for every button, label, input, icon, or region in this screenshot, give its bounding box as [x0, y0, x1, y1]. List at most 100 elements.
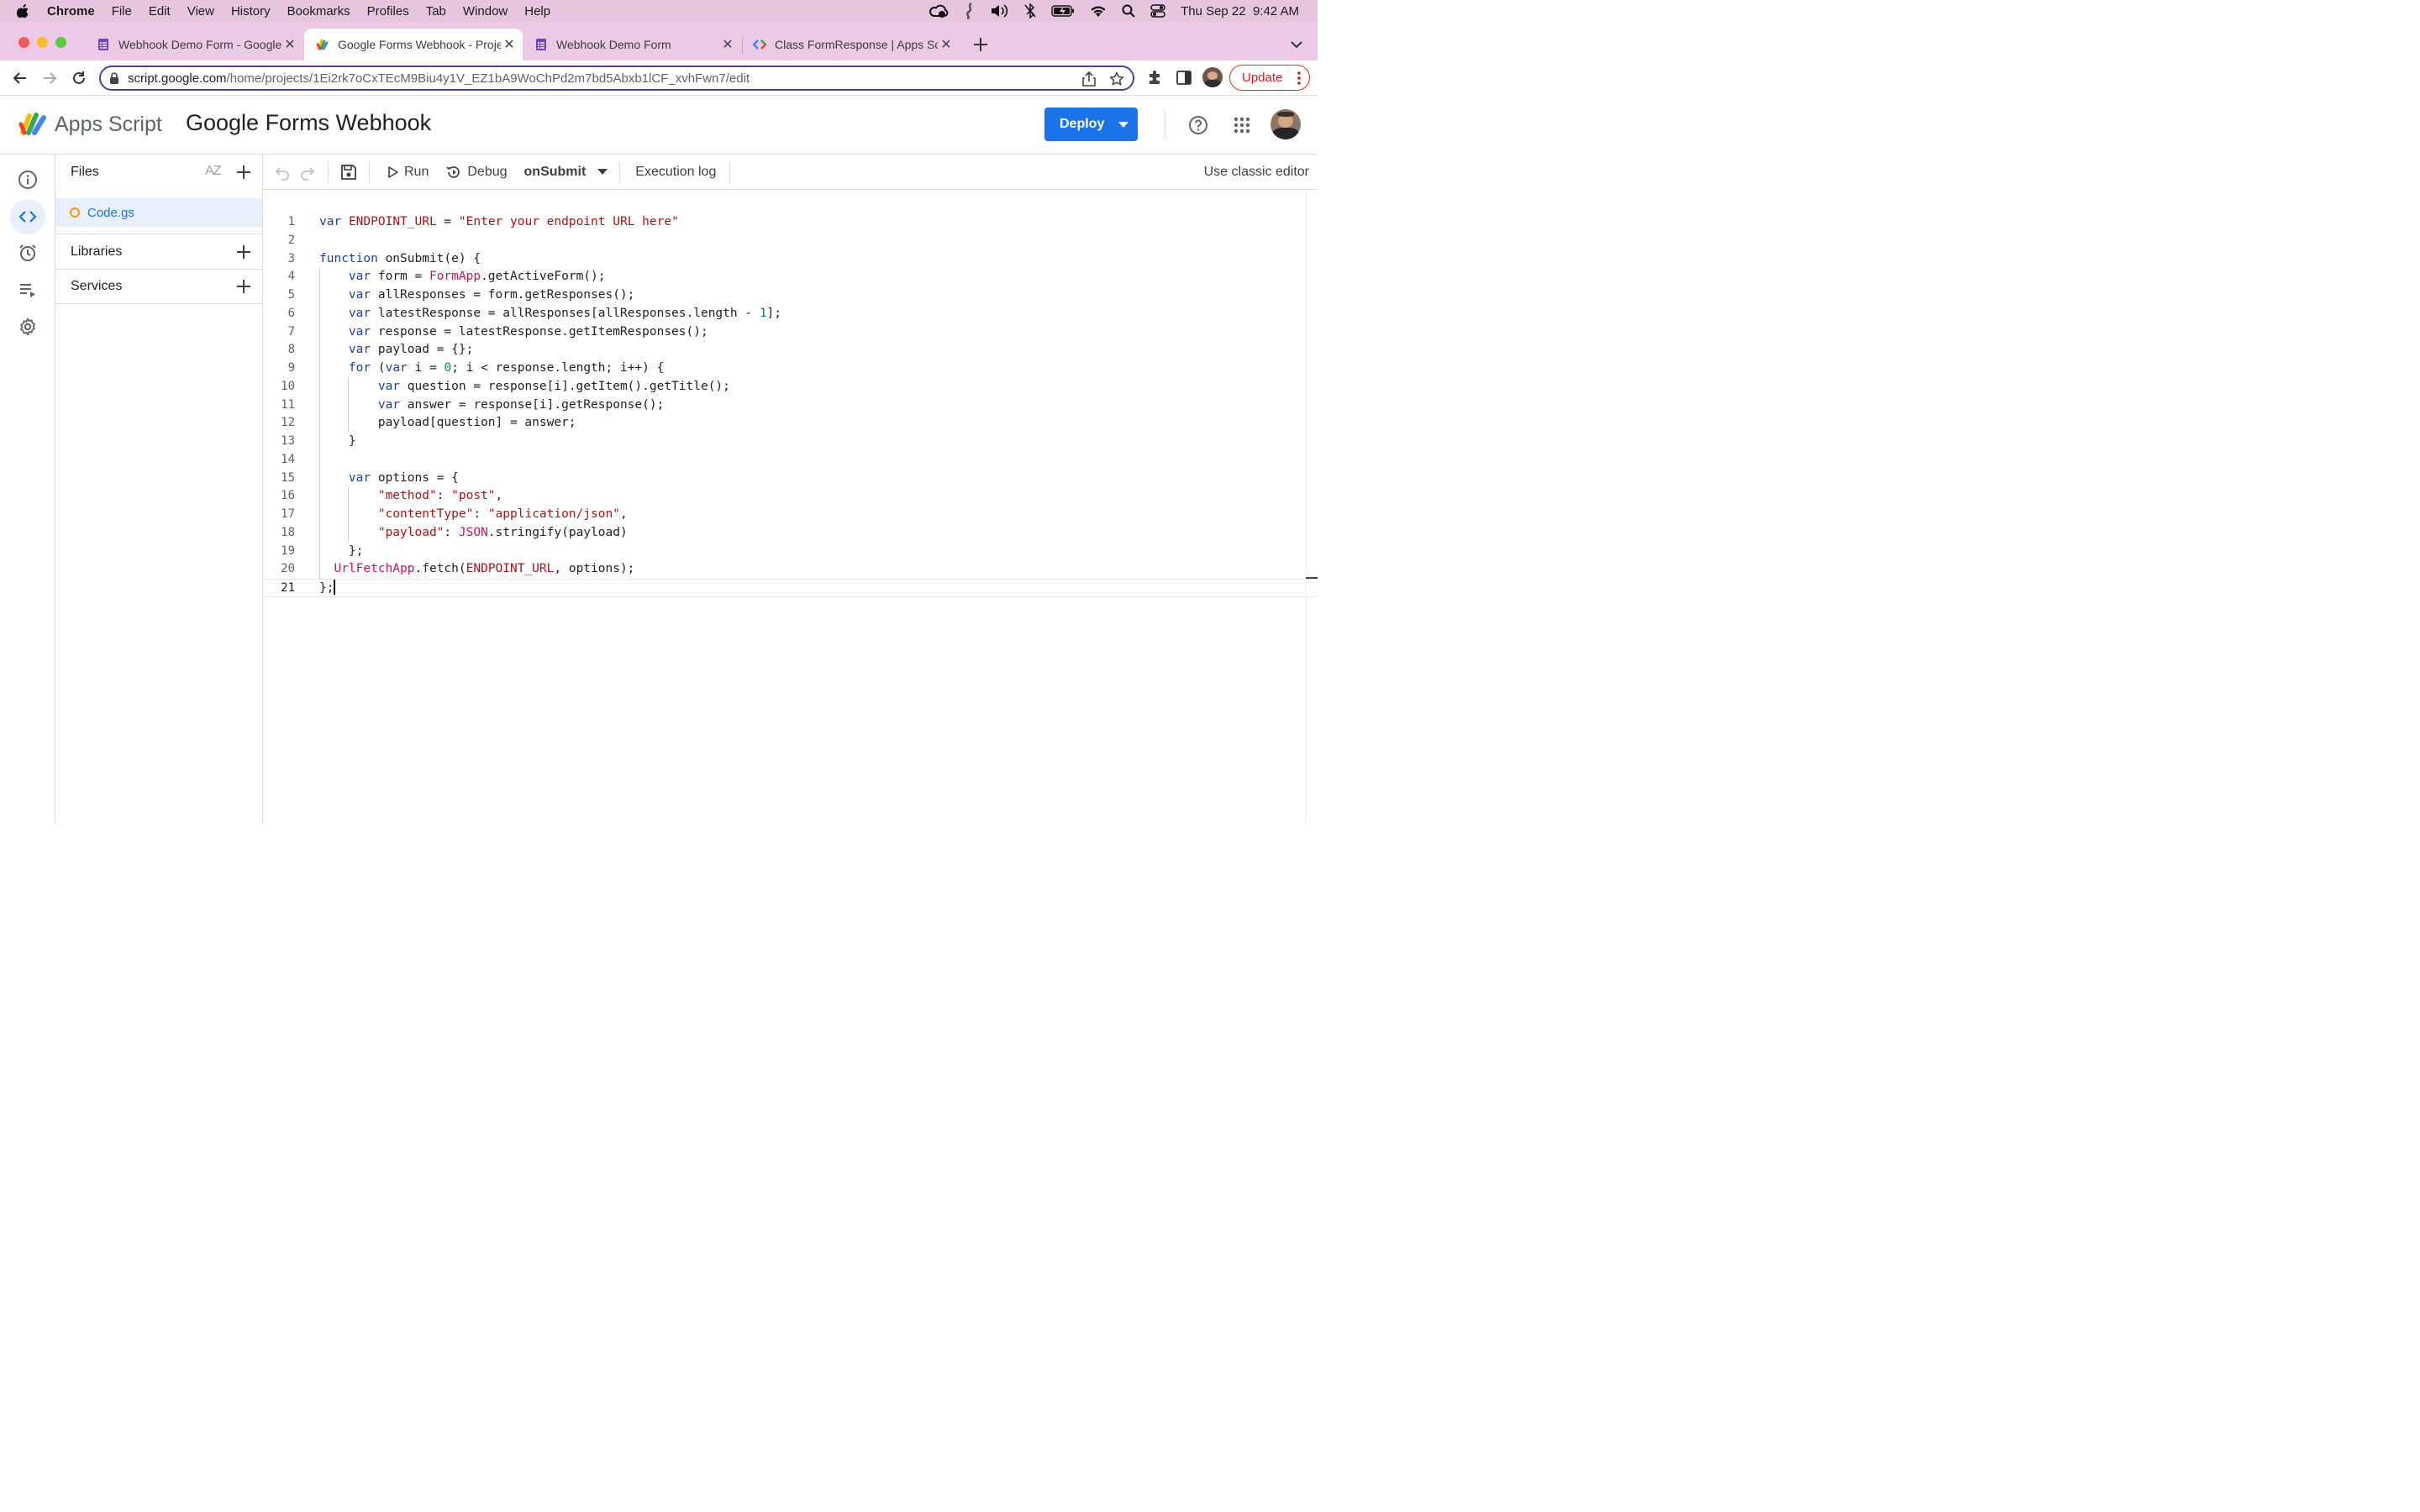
tab-close-icon[interactable]: ✕ [719, 36, 736, 53]
deploy-button[interactable]: Deploy [1044, 108, 1138, 141]
toolbar-divider [729, 160, 731, 183]
menu-bookmarks[interactable]: Bookmarks [287, 4, 350, 18]
tab-search-button[interactable] [1288, 37, 1305, 52]
tab-class-formresponse[interactable]: Class FormResponse | Apps Script ✕ [741, 29, 960, 60]
tab-close-icon[interactable]: ✕ [281, 36, 298, 53]
help-icon[interactable] [1188, 115, 1208, 135]
more-vert-icon [1297, 71, 1301, 85]
project-title[interactable]: Google Forms Webhook [186, 110, 431, 136]
menu-file[interactable]: File [112, 4, 132, 18]
address-bar[interactable]: script.google.com/home/projects/1Ei2rk7o… [99, 66, 1134, 91]
window-zoom-button[interactable] [55, 37, 66, 48]
window-minimize-button[interactable] [37, 37, 48, 48]
nav-executions[interactable] [10, 272, 45, 307]
gear-icon [20, 318, 35, 336]
save-icon[interactable] [340, 164, 357, 181]
tab-google-forms-webhook-project-editor[interactable]: Google Forms Webhook - Project Editor ✕ [304, 29, 523, 60]
code-line: 2 [263, 232, 1318, 250]
apple-icon[interactable] [17, 3, 30, 18]
tab-close-icon[interactable]: ✕ [501, 36, 518, 53]
creative-cloud-icon[interactable] [929, 3, 949, 18]
profile-avatar[interactable] [1202, 67, 1223, 87]
execution-log-label: Execution log [635, 164, 717, 179]
nav-overview[interactable] [10, 162, 45, 197]
run-button[interactable]: Run [388, 165, 429, 180]
sort-files-button[interactable]: AZ [205, 164, 225, 182]
services-section[interactable]: Services [55, 269, 262, 304]
cursor-overview-marker [1306, 577, 1318, 579]
code-line: 5 var allResponses = form.getResponses()… [263, 286, 1318, 305]
function-selector[interactable]: onSubmit [524, 165, 608, 180]
bluetooth-off-icon[interactable] [1024, 3, 1036, 18]
side-panel-icon[interactable] [1176, 71, 1192, 85]
menu-window[interactable]: Window [463, 4, 508, 18]
line-number: 2 [287, 233, 295, 247]
tab-close-icon[interactable]: ✕ [938, 36, 955, 53]
code-text: }; [319, 543, 364, 558]
add-file-plus-icon[interactable] [234, 162, 254, 182]
volume-icon[interactable] [991, 4, 1009, 18]
window-close-button[interactable] [18, 37, 29, 48]
toolbar-divider [328, 160, 329, 183]
menu-edit[interactable]: Edit [149, 4, 171, 18]
editor-scrollbar[interactable] [1306, 190, 1318, 823]
menu-history[interactable]: History [231, 4, 271, 18]
libraries-section[interactable]: Libraries [55, 234, 262, 269]
back-arrow-icon[interactable] [12, 70, 29, 87]
add-library-plus-icon[interactable] [234, 242, 254, 262]
wifi-icon[interactable] [1090, 5, 1107, 18]
left-nav-rail [0, 155, 55, 823]
extensions-puzzle-icon[interactable] [1147, 70, 1162, 85]
forward-arrow-icon[interactable] [41, 70, 58, 87]
bookmark-star-icon[interactable] [1109, 71, 1124, 87]
line-number: 8 [287, 343, 295, 357]
script-icon[interactable] [964, 3, 976, 19]
menu-chrome[interactable]: Chrome [47, 4, 95, 18]
text-cursor [334, 580, 336, 595]
control-center-icon[interactable] [1150, 4, 1165, 18]
services-label: Services [71, 279, 123, 293]
deploy-label: Deploy [1060, 117, 1105, 131]
apps-script-logo-icon[interactable] [18, 111, 50, 136]
share-icon[interactable] [1082, 71, 1096, 87]
execution-log-button[interactable]: Execution log [635, 165, 716, 180]
file-code-gs[interactable]: Code.gs [55, 198, 262, 227]
tab-webhook-demo-form-google-forms[interactable]: Webhook Demo Form - Google Forms ✕ [85, 29, 303, 60]
apps-script-icon [316, 39, 329, 50]
code-line: 19 }; [263, 543, 1318, 561]
add-service-plus-icon[interactable] [234, 276, 254, 297]
menu-tab[interactable]: Tab [426, 4, 446, 18]
product-name[interactable]: Apps Script [55, 113, 162, 137]
use-classic-editor-link[interactable]: Use classic editor [1204, 165, 1309, 180]
toolbar-divider [619, 160, 621, 183]
new-tab-button[interactable] [971, 35, 990, 54]
nav-triggers[interactable] [10, 235, 45, 270]
menubar-clock[interactable]: Thu Sep 22 9:42 AM [1181, 4, 1299, 18]
reload-icon[interactable] [71, 70, 87, 87]
line-number: 19 [281, 543, 295, 558]
update-button[interactable]: Update [1229, 65, 1310, 91]
menu-view[interactable]: View [187, 4, 214, 18]
nav-editor[interactable] [10, 199, 45, 234]
google-apps-grid-icon[interactable] [1234, 117, 1250, 134]
spotlight-search-icon[interactable] [1122, 4, 1135, 18]
debug-button[interactable]: Debug [446, 165, 508, 180]
debug-history-icon [446, 165, 460, 178]
account-avatar[interactable] [1270, 109, 1301, 139]
undo-icon[interactable] [274, 164, 291, 181]
redo-icon[interactable] [299, 164, 316, 181]
code-text: }; [319, 580, 336, 595]
code-editor[interactable]: 1 var ENDPOINT_URL = "Enter your endpoint… [263, 190, 1318, 823]
deploy-dropdown[interactable] [1108, 121, 1138, 128]
menu-help[interactable]: Help [524, 4, 550, 18]
menu-profiles[interactable]: Profiles [367, 4, 409, 18]
line-number: 16 [281, 489, 295, 503]
lock-icon[interactable] [109, 71, 119, 85]
tab-title: Webhook Demo Form [556, 38, 671, 51]
files-heading: Files [71, 165, 99, 179]
nav-project-settings[interactable] [10, 309, 45, 344]
line-number: 9 [287, 361, 295, 375]
caret-down-icon [1118, 121, 1128, 128]
tab-webhook-demo-form[interactable]: Webhook Demo Form ✕ [523, 29, 741, 60]
battery-icon[interactable] [1051, 5, 1075, 17]
